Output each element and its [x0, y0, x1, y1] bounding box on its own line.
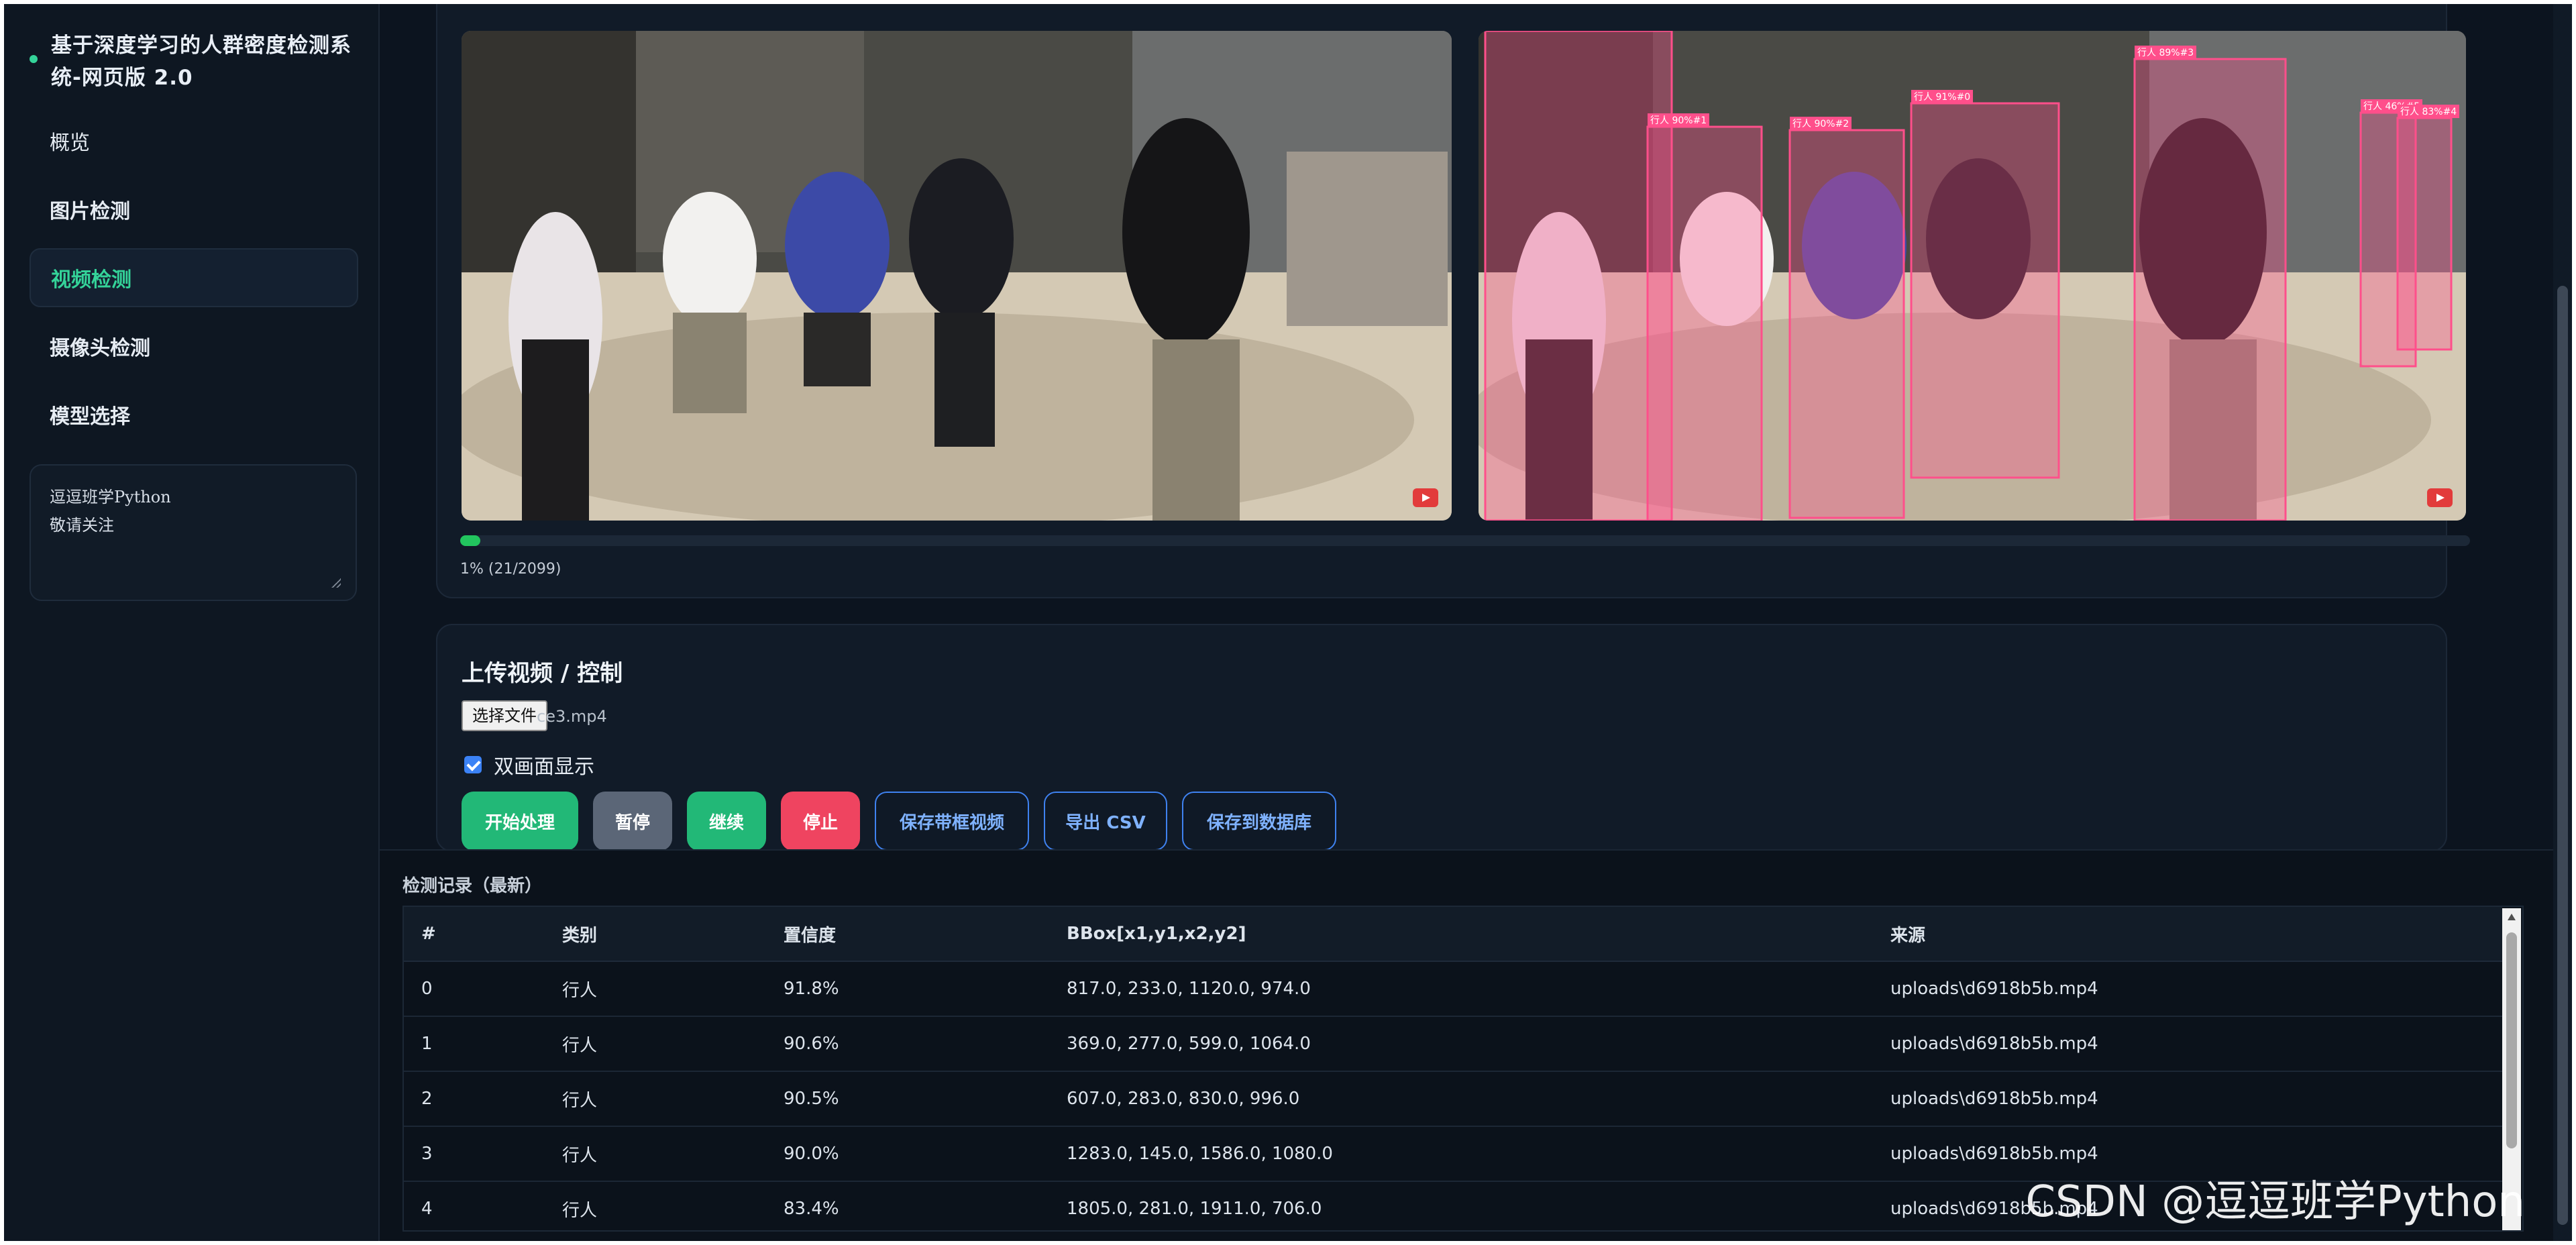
table-cell: 1283.0, 145.0, 1586.0, 1080.0 — [1049, 1126, 1873, 1182]
detection-label: 行人 90%#1 — [1650, 115, 1707, 126]
choose-file-button[interactable]: 选择文件 — [462, 700, 547, 731]
nav-item-video-detection[interactable]: 视频检测 — [30, 248, 358, 307]
table-header-row: # 类别 置信度 BBox[x1,y1,x2,y2] 来源 — [404, 907, 2502, 962]
progress-bar — [460, 535, 2470, 546]
control-title: 上传视频 / 控制 — [462, 660, 623, 687]
nav-item-image-detection[interactable]: 图片检测 — [30, 180, 358, 239]
stop-button[interactable]: 停止 — [781, 792, 860, 851]
table-cell: 0 — [404, 961, 545, 1017]
column-header: 来源 — [1873, 907, 2502, 962]
detection-box — [1646, 125, 1763, 521]
start-button[interactable]: 开始处理 — [462, 792, 578, 851]
table-cell: 90.6% — [766, 1016, 1049, 1072]
detection-box — [2133, 58, 2287, 521]
table-cell: 83.4% — [766, 1181, 1049, 1230]
table-cell: 91.8% — [766, 961, 1049, 1017]
watermark: CSDN @逗逗班学Python — [2025, 1177, 2525, 1227]
page-scrollbar[interactable] — [2553, 4, 2572, 1241]
column-header: 置信度 — [766, 907, 1049, 962]
table-cell: 3 — [404, 1126, 545, 1182]
save-video-button[interactable]: 保存带框视频 — [875, 792, 1029, 851]
notes-textarea[interactable]: 逗逗班学Python 敬请关注 — [30, 464, 357, 601]
detection-box — [1484, 31, 1673, 521]
table-cell: uploads\d6918b5b.mp4 — [1873, 1016, 2502, 1072]
progress-text: 1% (21/2099) — [460, 561, 561, 578]
youtube-icon — [2427, 488, 2453, 507]
column-header: BBox[x1,y1,x2,y2] — [1049, 907, 1873, 962]
table-row[interactable]: 1 行人 90.6% 369.0, 277.0, 599.0, 1064.0 u… — [404, 1016, 2502, 1072]
export-csv-button[interactable]: 导出 CSV — [1044, 792, 1167, 851]
sidebar: 基于深度学习的人群密度检测系统-网页版 2.0 概览 图片检测 视频检测 摄像头… — [4, 4, 380, 1241]
original-video-frame — [462, 31, 1452, 521]
nav-item-camera-detection[interactable]: 摄像头检测 — [30, 317, 358, 376]
table-cell: 4 — [404, 1181, 545, 1230]
selected-file-name: ce3.mp4 — [537, 707, 607, 726]
table-row[interactable]: 0 行人 91.8% 817.0, 233.0, 1120.0, 974.0 u… — [404, 961, 2502, 1017]
scroll-up-icon[interactable] — [2508, 914, 2516, 920]
table-row[interactable]: 2 行人 90.5% 607.0, 283.0, 830.0, 996.0 up… — [404, 1071, 2502, 1127]
table-cell: 行人 — [545, 1126, 766, 1182]
app-title: 基于深度学习的人群密度检测系统-网页版 2.0 — [51, 34, 352, 90]
main-content: 行人 90%#1 行人 90%#2 行人 91%#0 行人 89%#3 行人 46%#5… — [380, 0, 2572, 1242]
nav-item-overview[interactable]: 概览 — [30, 111, 358, 170]
detection-label: 行人 83%#4 — [2400, 107, 2457, 117]
table-cell: 90.5% — [766, 1071, 1049, 1127]
table-cell: uploads\d6918b5b.mp4 — [1873, 1071, 2502, 1127]
detection-label: 行人 91%#0 — [1914, 92, 1970, 103]
dual-view-option[interactable]: 双画面显示 — [464, 750, 594, 779]
table-cell: 90.0% — [766, 1126, 1049, 1182]
table-cell: uploads\d6918b5b.mp4 — [1873, 961, 2502, 1017]
page-scroll-thumb[interactable] — [2557, 286, 2568, 1225]
control-card: 上传视频 / 控制 选择文件 ce3.mp4 双画面显示 开始处理 暂停 继续 … — [436, 624, 2447, 852]
detection-box — [1910, 102, 2060, 479]
detection-label: 行人 89%#3 — [2137, 48, 2194, 58]
notes-line: 逗逗班学Python — [50, 488, 171, 506]
column-header: # — [404, 907, 545, 962]
progress-fill — [460, 535, 480, 546]
resize-grip-icon[interactable] — [331, 578, 341, 588]
sidebar-nav: 概览 图片检测 视频检测 摄像头检测 模型选择 — [30, 111, 358, 453]
table-cell: 行人 — [545, 1071, 766, 1127]
detected-video-frame: 行人 90%#1 行人 90%#2 行人 91%#0 行人 89%#3 行人 46%#5… — [1479, 31, 2466, 521]
dual-view-checkbox[interactable] — [464, 756, 482, 773]
youtube-icon — [1413, 488, 1438, 507]
resume-button[interactable]: 继续 — [687, 792, 766, 851]
brand: 基于深度学习的人群密度检测系统-网页版 2.0 — [30, 30, 352, 94]
detection-box — [2396, 117, 2453, 351]
table-cell: 1805.0, 281.0, 1911.0, 706.0 — [1049, 1181, 1873, 1230]
nav-item-model-selection[interactable]: 模型选择 — [30, 385, 358, 444]
control-buttons: 开始处理 暂停 继续 停止 保存带框视频 导出 CSV 保存到数据库 — [462, 792, 1336, 851]
table-cell: 行人 — [545, 961, 766, 1017]
table-cell: 607.0, 283.0, 830.0, 996.0 — [1049, 1071, 1873, 1127]
pause-button[interactable]: 暂停 — [593, 792, 672, 851]
table-scroll-thumb[interactable] — [2506, 932, 2517, 1148]
detection-box — [1788, 129, 1905, 519]
column-header: 类别 — [545, 907, 766, 962]
table-cell: 817.0, 233.0, 1120.0, 974.0 — [1049, 961, 1873, 1017]
table-cell: 1 — [404, 1016, 545, 1072]
table-cell: 2 — [404, 1071, 545, 1127]
records-title: 检测记录（最新） — [402, 876, 543, 896]
save-to-db-button[interactable]: 保存到数据库 — [1182, 792, 1336, 851]
table-cell: 行人 — [545, 1016, 766, 1072]
table-cell: 行人 — [545, 1181, 766, 1230]
detection-label: 行人 90%#2 — [1792, 119, 1849, 129]
status-dot-icon — [30, 55, 38, 63]
notes-line: 敬请关注 — [50, 516, 114, 535]
table-cell: 369.0, 277.0, 599.0, 1064.0 — [1049, 1016, 1873, 1072]
dual-view-label: 双画面显示 — [494, 755, 594, 779]
